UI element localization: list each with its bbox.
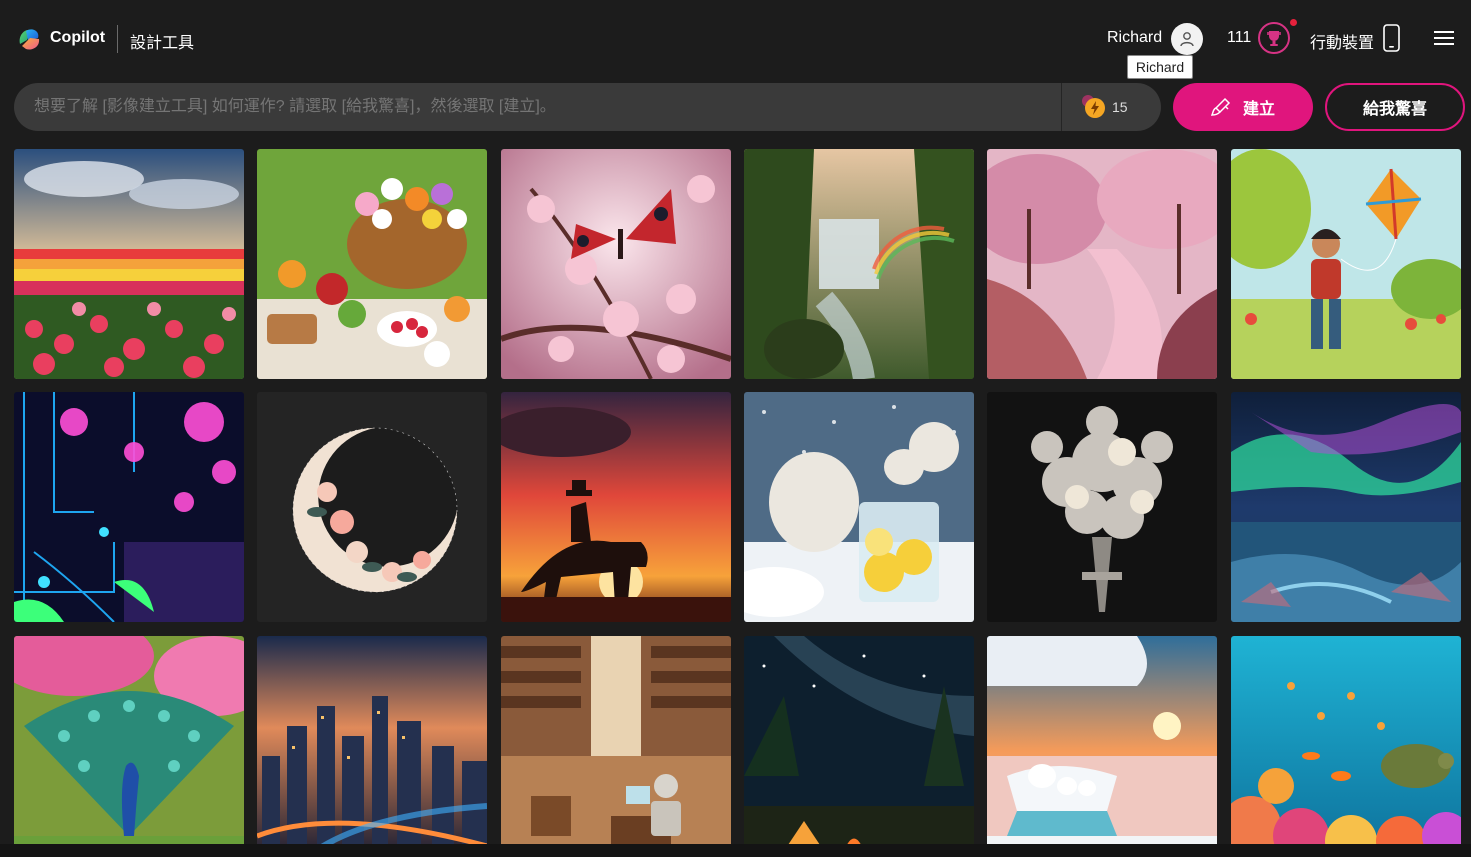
create-label: 建立 <box>1242 101 1275 118</box>
prompt-input[interactable] <box>34 83 1054 131</box>
tool-name[interactable]: 設計工具 <box>130 29 194 53</box>
mobile-label[interactable]: 行動裝置 <box>1310 29 1374 53</box>
gallery-image-cowboy-sunset[interactable] <box>501 392 731 622</box>
gallery-image-robot-library[interactable] <box>501 636 731 844</box>
gallery-image-milky-way-campsite[interactable] <box>744 636 974 844</box>
gallery-image-polar-bears-lemonade[interactable] <box>744 392 974 622</box>
gallery-image-flower-picnic-basket[interactable] <box>257 149 487 379</box>
gallery-image-tulip-field[interactable] <box>14 149 244 379</box>
boost-lightning-icon[interactable] <box>1082 95 1106 119</box>
gallery-image-butterfly-cherry-blossom[interactable] <box>501 149 731 379</box>
user-avatar-icon[interactable] <box>1171 23 1203 55</box>
top-header: Copilot 設計工具 Richard Richard 111 行動裝置 <box>0 0 1471 79</box>
image-gallery <box>14 149 1461 844</box>
brand-name[interactable]: Copilot <box>50 29 105 47</box>
reward-count[interactable]: 111 <box>1227 29 1251 47</box>
prompt-bar: 15 <box>14 83 1161 131</box>
brand-divider <box>117 25 118 53</box>
gallery-image-floral-crescent-moon[interactable] <box>257 392 487 622</box>
notification-dot <box>1290 19 1297 26</box>
hamburger-menu-icon[interactable] <box>1434 29 1454 47</box>
create-brush-icon <box>1210 97 1231 116</box>
gallery-image-neon-circuit-forest[interactable] <box>14 392 244 622</box>
gallery-image-polar-bears-sunset-ice[interactable] <box>987 636 1217 844</box>
gallery-image-night-city-skyline[interactable] <box>257 636 487 844</box>
prompt-divider <box>1061 83 1062 131</box>
surprise-label: 給我驚喜 <box>1362 101 1427 118</box>
mobile-phone-icon[interactable] <box>1383 24 1400 52</box>
create-button[interactable]: 建立 <box>1173 83 1313 131</box>
gallery-image-coral-reef-turtle[interactable] <box>1231 636 1461 844</box>
gallery-image-peacock-blossoms[interactable] <box>14 636 244 844</box>
gallery-image-boy-flying-kite[interactable] <box>1231 149 1461 379</box>
user-tooltip: Richard <box>1127 55 1193 79</box>
rewards-trophy-icon[interactable] <box>1258 22 1290 54</box>
gallery-image-pink-blossom-river[interactable] <box>987 149 1217 379</box>
gallery-image-crystal-flower-bouquet[interactable] <box>987 392 1217 622</box>
copilot-logo[interactable] <box>16 26 42 52</box>
gallery-image-aurora-landscape[interactable] <box>1231 392 1461 622</box>
user-name[interactable]: Richard <box>1107 29 1162 47</box>
bottom-scroll-edge <box>0 844 1471 857</box>
surprise-me-button[interactable]: 給我驚喜 <box>1325 83 1465 131</box>
gallery-image-jungle-waterfall-rainbow[interactable] <box>744 149 974 379</box>
boost-count: 15 <box>1112 99 1128 115</box>
